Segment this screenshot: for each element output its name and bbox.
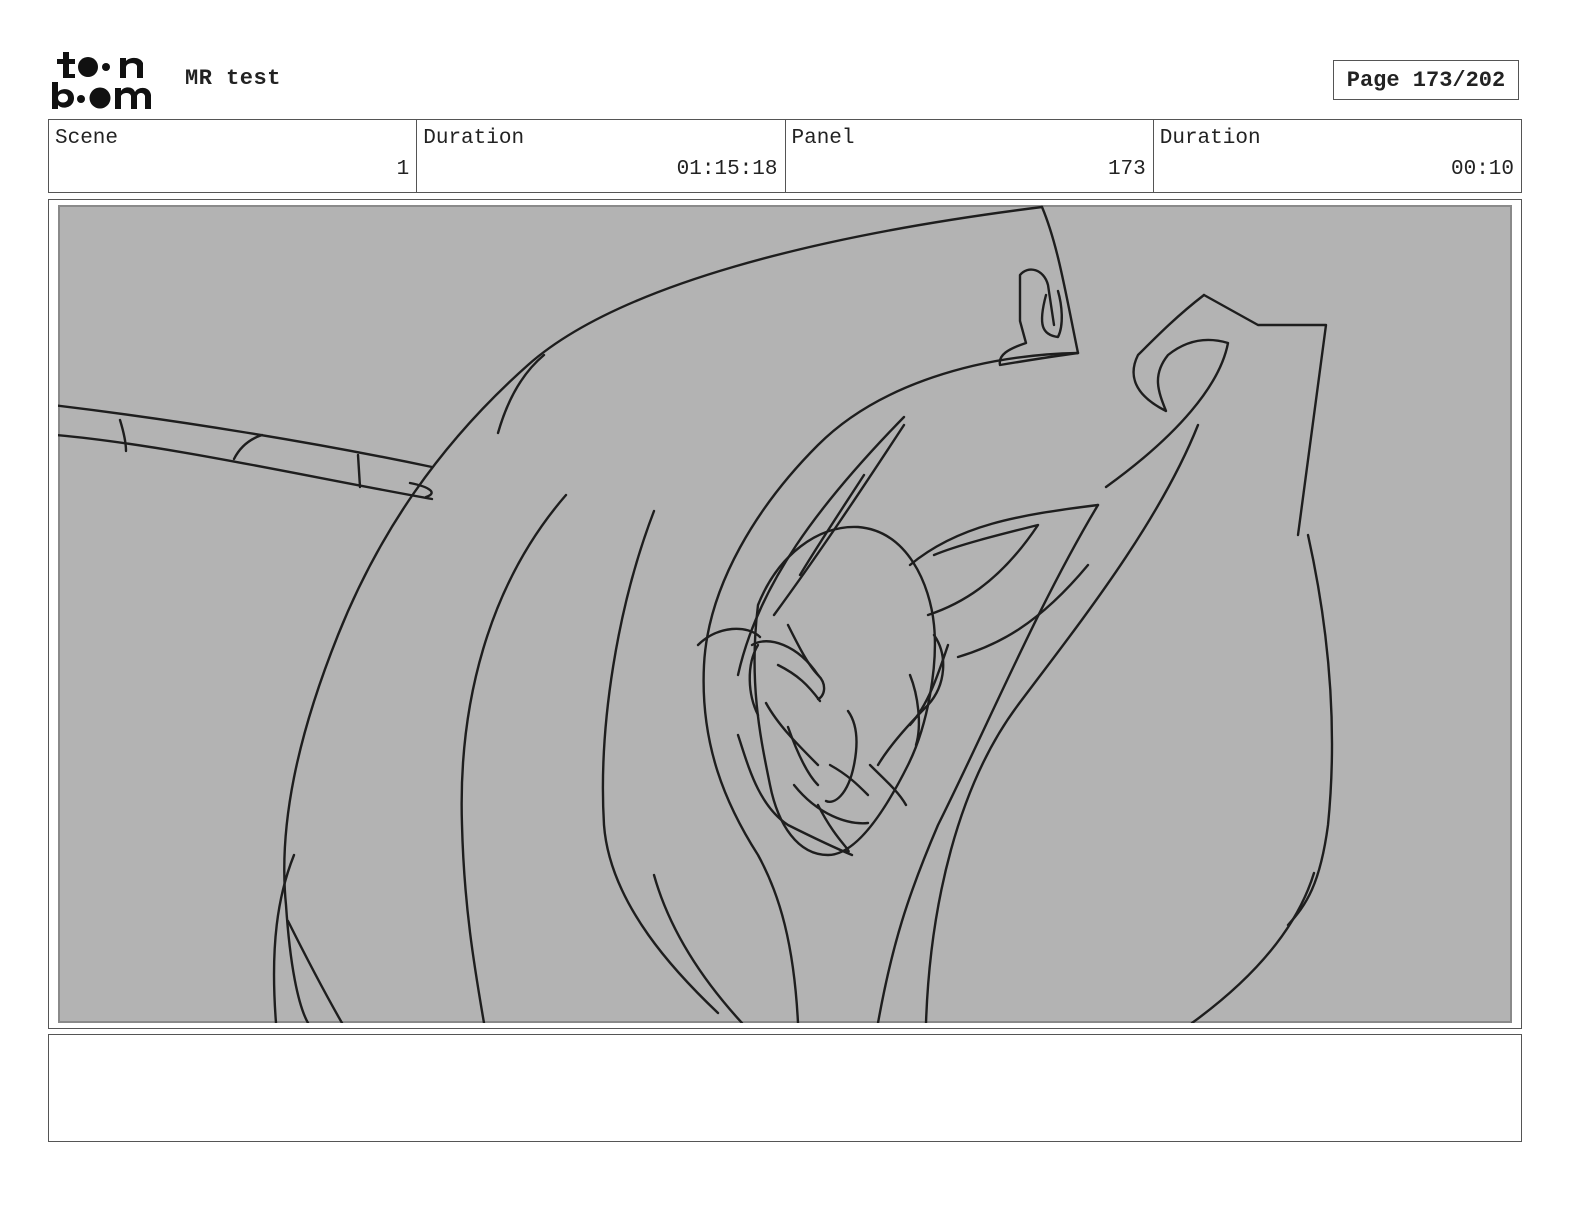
page-indicator: Page 173/202 (1333, 60, 1519, 100)
scene-value: 1 (396, 158, 410, 181)
project-title: MR test (185, 66, 281, 91)
scene-duration-value: 01:15:18 (676, 158, 778, 181)
scene-duration-cell: Duration 01:15:18 (417, 120, 786, 192)
panel-notes-box[interactable] (48, 1034, 1522, 1142)
panel-value: 173 (1107, 158, 1146, 181)
toonboom-logo (52, 52, 151, 109)
scene-cell: Scene 1 (49, 120, 418, 192)
panel-duration-cell: Duration 00:10 (1154, 120, 1521, 192)
panel-duration-value: 00:10 (1450, 158, 1514, 181)
panel-duration-label: Duration (1159, 127, 1261, 150)
page-label: Page 173/202 (1346, 67, 1506, 93)
scene-label: Scene (55, 127, 119, 150)
panel-label: Panel (791, 127, 855, 150)
info-table: Scene 1 Duration 01:15:18 Panel 173 Dura… (48, 119, 1522, 193)
scene-duration-label: Duration (423, 127, 525, 150)
storyboard-panel-sketch (58, 205, 1512, 1023)
panel-cell: Panel 173 (786, 120, 1154, 192)
